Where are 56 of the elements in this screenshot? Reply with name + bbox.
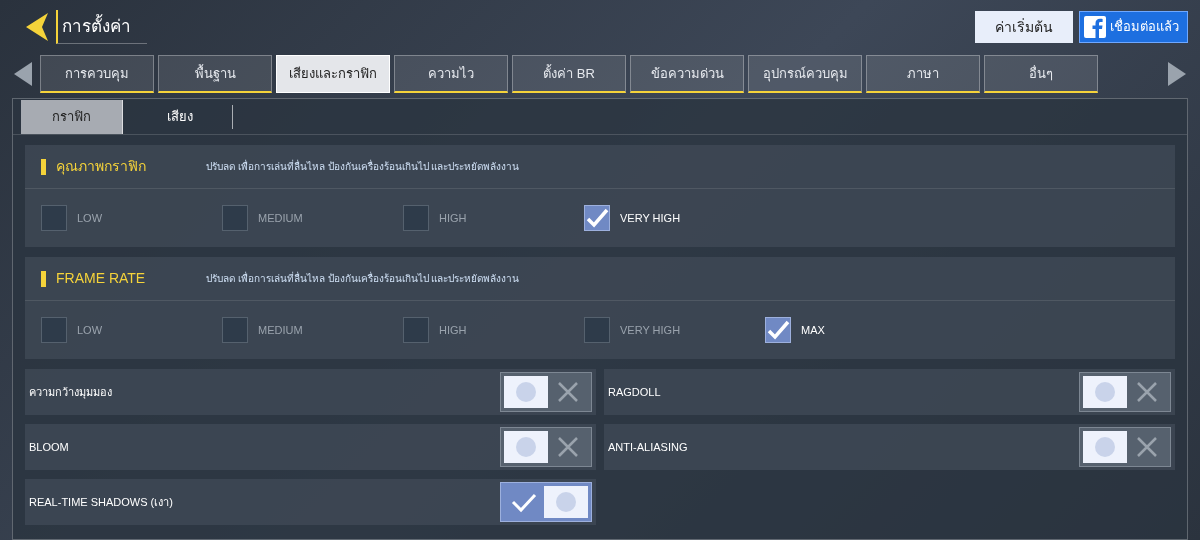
option-label: MAX [801,322,825,338]
checkbox[interactable] [222,205,248,231]
accent-bar [41,158,46,175]
section-title: คุณภาพกราฟิก [56,157,147,177]
accent-bar [41,270,46,287]
checkbox[interactable] [41,317,67,343]
settings-tab[interactable]: การควบคุม [40,55,154,93]
toggle-switch[interactable] [1079,372,1171,412]
toggle-knob-icon [1083,431,1127,463]
settings-tab[interactable]: อุปกรณ์ควบคุม [748,55,862,93]
settings-tab[interactable]: ข้อความด่วน [630,55,744,93]
option-label: LOW [77,322,103,338]
settings-tab[interactable]: ตั้งค่า BR [512,55,626,93]
scroll-right-icon[interactable] [1166,61,1188,87]
setting-label: BLOOM [29,439,69,455]
settings-tab[interactable]: เสียงและกราฟิก [276,55,390,93]
toggle-knob-icon [504,376,548,408]
option-label: HIGH [439,322,467,338]
checkbox[interactable] [222,317,248,343]
toggle-switch[interactable] [500,372,592,412]
section-title: FRAME RATE [56,269,147,288]
toggle-switch[interactable] [500,427,592,467]
sub-tab[interactable]: กราฟิก [21,99,123,134]
checkbox[interactable] [41,205,67,231]
toggle-knob-icon [1083,376,1127,408]
checkbox[interactable] [403,317,429,343]
checkbox[interactable] [584,317,610,343]
facebook-button[interactable]: เชื่อมต่อแล้ว [1079,11,1188,43]
page-title: การตั้งค่า [56,9,147,45]
reset-defaults-button[interactable]: ค่าเริ่มต้น [975,11,1073,43]
toggle-switch[interactable] [1079,427,1171,467]
option-label: VERY HIGH [620,210,681,226]
option-label: MEDIUM [258,210,303,226]
toggle-knob-icon [504,431,548,463]
toggle-switch[interactable] [500,482,592,522]
checkbox[interactable] [584,205,610,231]
option-label: MEDIUM [258,322,303,338]
setting-label: RAGDOLL [608,384,661,400]
option-label: VERY HIGH [620,322,681,338]
setting-label: REAL-TIME SHADOWS (เงา) [29,494,173,510]
scroll-left-icon[interactable] [12,61,34,87]
setting-label: ANTI-ALIASING [608,439,688,455]
settings-tab[interactable]: ความไว [394,55,508,93]
section-description: ปรับลด เพื่อการเล่นที่ลื่นไหล ป้องกันเครื่องร้อนเกินไป และประหยัดพลังงาน [206,271,520,286]
section-description: ปรับลด เพื่อการเล่นที่ลื่นไหล ป้องกันเครื่องร้อนเกินไป และประหยัดพลังงาน [206,159,520,174]
checkbox[interactable] [765,317,791,343]
setting-label: ความกว้างมุมมอง [29,384,112,401]
facebook-icon [1084,16,1106,38]
toggle-knob-icon [544,486,588,518]
option-label: HIGH [439,210,467,226]
option-label: LOW [77,210,103,226]
settings-tab[interactable]: อื่นๆ [984,55,1098,93]
settings-tab[interactable]: ภาษา [866,55,980,93]
settings-tab[interactable]: พื้นฐาน [158,55,272,93]
checkbox[interactable] [403,205,429,231]
sub-tab[interactable]: เสียง [127,104,233,129]
